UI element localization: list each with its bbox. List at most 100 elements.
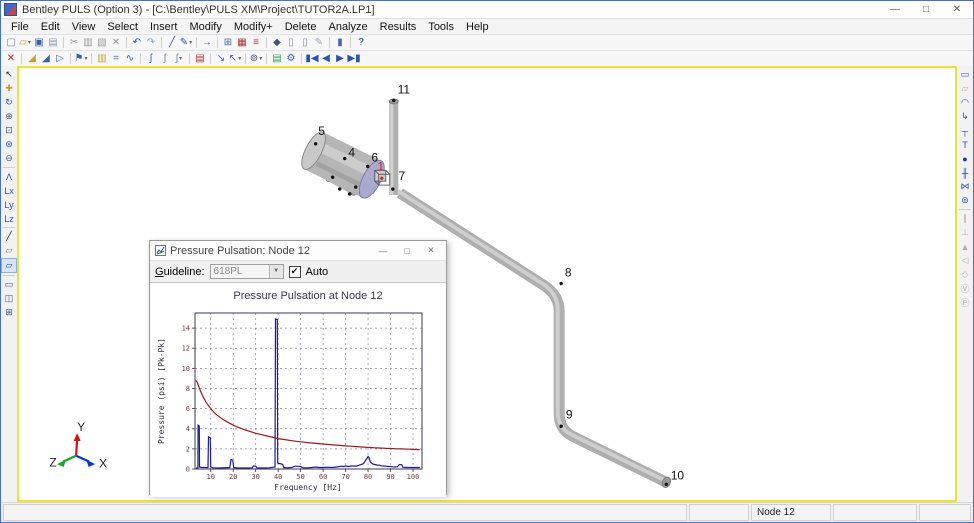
chart-bars-icon[interactable]: ▥ <box>95 52 109 65</box>
paste-icon[interactable]: ▧ <box>95 36 109 49</box>
zoom-in-icon[interactable]: ⊕ <box>2 110 16 123</box>
zoom-dynamic-icon[interactable]: ⊛ <box>2 138 16 151</box>
guideline-combobox[interactable]: 618PL ▼ <box>210 264 284 279</box>
undo-icon[interactable]: ↶ <box>130 36 144 49</box>
element-reducer-icon[interactable]: ▱ <box>958 82 972 95</box>
print-icon[interactable]: ▤ <box>46 36 60 49</box>
vcr-previous-icon[interactable]: ◀ <box>319 52 333 65</box>
cut-icon[interactable]: ✂ <box>67 36 81 49</box>
new-file-icon[interactable]: ▢ <box>4 36 18 49</box>
node-dot[interactable] <box>392 99 395 102</box>
element-pump-icon[interactable]: ⊚ <box>958 194 972 207</box>
edit-data-icon[interactable]: ✎ <box>312 36 326 49</box>
line-options-dropdown-icon[interactable]: ▾ <box>189 37 192 49</box>
batch-run-icon[interactable]: ◆ <box>270 36 284 49</box>
restraint-limit-icon[interactable]: ◇ <box>958 268 972 281</box>
restraint-guide-icon[interactable]: ◁ <box>958 254 972 267</box>
mode-shape-3-icon[interactable]: ʃ▾ <box>172 52 186 65</box>
combo-dropdown-icon[interactable]: ▼ <box>269 265 283 278</box>
dialog-minimize-button[interactable]: — <box>373 246 393 256</box>
menu-tools[interactable]: Tools <box>422 21 460 33</box>
node-dot[interactable] <box>366 165 369 168</box>
tools-settings-icon[interactable]: ⚙ <box>284 52 298 65</box>
restraint-p-icon[interactable]: Ⓟ <box>958 296 972 309</box>
view-z-icon[interactable]: Lz <box>2 212 16 225</box>
archive-1-icon[interactable]: ▯ <box>284 36 298 49</box>
pressure-pulsation-dialog[interactable]: Pressure Pulsation: Node 12 — □ ✕ Guidel… <box>149 240 447 495</box>
redo-icon[interactable]: ↷ <box>144 36 158 49</box>
node-label-4[interactable]: 4 <box>348 146 355 160</box>
node-label-1[interactable]: 1 <box>377 159 384 173</box>
node-dot[interactable] <box>354 185 357 188</box>
node-dot[interactable] <box>559 282 562 285</box>
goto-node-icon[interactable]: → <box>200 36 214 49</box>
chart-curve-icon[interactable]: ∿ <box>123 52 137 65</box>
view-y-icon[interactable]: Ly <box>2 198 16 211</box>
walk-through-icon[interactable]: Λ <box>2 170 16 183</box>
zoom-out-icon[interactable]: ⊖ <box>2 152 16 165</box>
node-dot[interactable] <box>348 192 351 195</box>
element-elbow-icon[interactable]: ↳ <box>958 110 972 123</box>
node-label-7[interactable]: 7 <box>398 169 405 183</box>
archive-2-icon[interactable]: ▯ <box>298 36 312 49</box>
element-nozzle-icon[interactable]: T <box>958 138 972 151</box>
menu-insert[interactable]: Insert <box>144 21 184 33</box>
menu-edit[interactable]: Edit <box>35 21 66 33</box>
element-tee-icon[interactable]: ┬ <box>958 124 972 137</box>
node-label-5[interactable]: 5 <box>318 124 325 138</box>
mode-shape-2-icon[interactable]: ʃ <box>158 52 172 65</box>
search-options-icon[interactable]: ⊚▾ <box>249 52 263 65</box>
node-dot[interactable] <box>338 187 341 190</box>
vessel[interactable] <box>297 129 389 202</box>
vcr-last-icon[interactable]: ▶▮ <box>347 52 361 65</box>
delete-icon[interactable]: ✕ <box>109 36 123 49</box>
dialog-maximize-button[interactable]: □ <box>397 246 417 256</box>
view-x-icon[interactable]: Lx <box>2 184 16 197</box>
dialog-close-button[interactable]: ✕ <box>421 245 441 256</box>
line-options-icon[interactable]: ✎▾ <box>179 36 193 49</box>
window-quad-icon[interactable]: ⊞ <box>2 306 16 319</box>
menu-modify[interactable]: Modify+ <box>228 21 279 33</box>
menu-analyze[interactable]: Analyze <box>322 21 373 33</box>
node-label-9[interactable]: 9 <box>566 407 573 421</box>
menu-help[interactable]: Help <box>460 21 495 33</box>
flag-options-dropdown-icon[interactable]: ▾ <box>84 53 87 65</box>
restraint-parallel-icon[interactable]: ∥ <box>958 212 972 225</box>
menu-delete[interactable]: Delete <box>279 21 323 33</box>
element-flange-icon[interactable]: ╫ <box>958 166 972 179</box>
error-log-icon[interactable]: ▦ <box>235 36 249 49</box>
import-profile-2-icon[interactable]: ◢ <box>39 52 53 65</box>
select-results-dropdown-icon[interactable]: ▾ <box>238 53 241 65</box>
draw-line-icon[interactable]: ╱ <box>165 36 179 49</box>
element-pipe-icon[interactable]: ▭ <box>958 68 972 81</box>
load-summary-icon[interactable]: ≡ <box>249 36 263 49</box>
node-label-11[interactable]: 11 <box>398 83 411 97</box>
node-label-10[interactable]: 10 <box>671 468 685 482</box>
restraint-anchor-icon[interactable]: ▲ <box>958 240 972 253</box>
dialog-title-bar[interactable]: Pressure Pulsation: Node 12 — □ ✕ <box>150 241 446 260</box>
save-file-icon[interactable]: ▣ <box>32 36 46 49</box>
select-results-icon[interactable]: ↖▾ <box>228 52 242 65</box>
auto-checkbox[interactable]: ✔ <box>289 266 301 278</box>
node-label-8[interactable]: 8 <box>565 266 572 280</box>
menu-file[interactable]: File <box>5 21 35 33</box>
close-button[interactable]: ✕ <box>944 2 970 17</box>
menu-select[interactable]: Select <box>101 21 144 33</box>
node-dot[interactable] <box>559 425 562 428</box>
restore-button[interactable]: □ <box>913 2 939 17</box>
restraint-perpendicular-icon[interactable]: ⊥ <box>958 226 972 239</box>
window-single-icon[interactable]: ▭ <box>2 278 16 291</box>
pan-icon[interactable]: ✚ <box>2 82 16 95</box>
run-analysis-icon[interactable]: ▷ <box>53 52 67 65</box>
mode-shape-1-icon[interactable]: ʃ <box>144 52 158 65</box>
element-sphere-icon[interactable]: ● <box>958 152 972 165</box>
open-file-icon[interactable]: ▱▾ <box>18 36 32 49</box>
zoom-window-icon[interactable]: ⊡ <box>2 124 16 137</box>
restraint-v-icon[interactable]: Ⓥ <box>958 282 972 295</box>
window-split-icon[interactable]: ◫ <box>2 292 16 305</box>
chart-compare-icon[interactable]: = <box>109 52 123 65</box>
minimize-button[interactable]: — <box>882 2 908 17</box>
vcr-first-icon[interactable]: ▮◀ <box>305 52 319 65</box>
node-dot[interactable] <box>391 187 394 190</box>
drawing-canvas[interactable]: 54617118910 Y X Z <box>17 66 957 502</box>
